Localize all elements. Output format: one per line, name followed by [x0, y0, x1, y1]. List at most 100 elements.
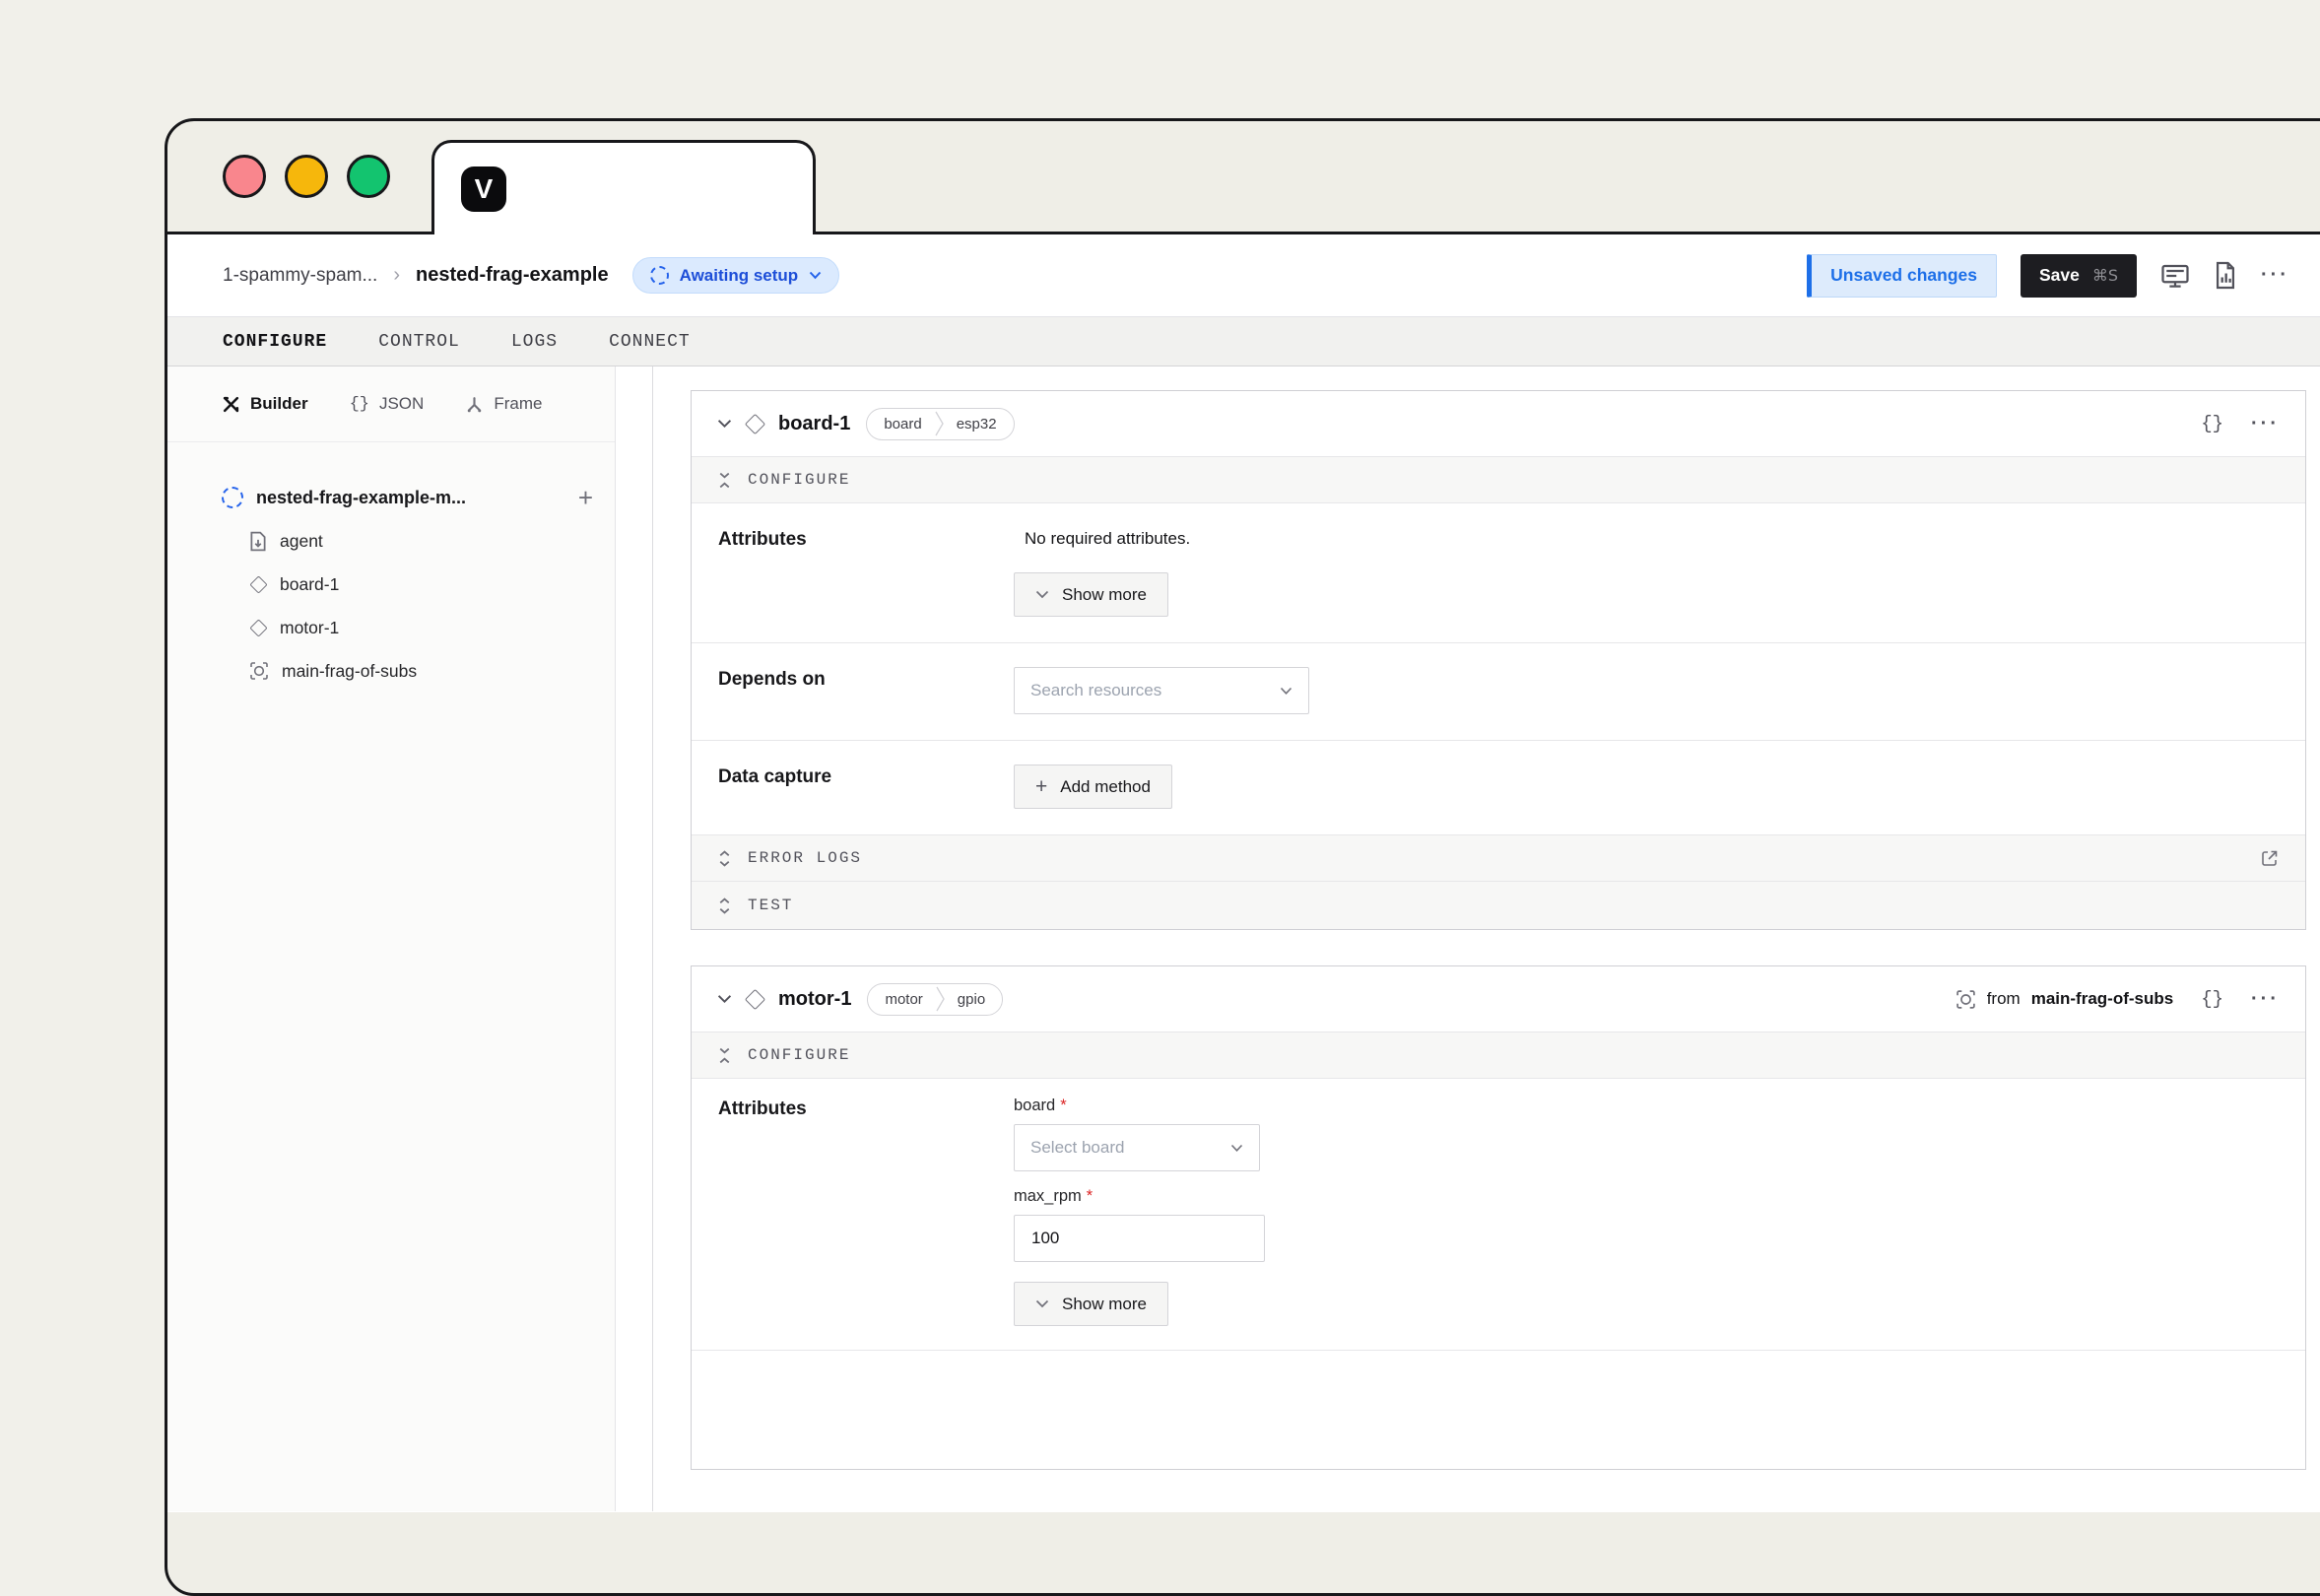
depends-on-select[interactable]: Search resources — [1014, 667, 1309, 714]
unfold-section-icon — [718, 850, 731, 867]
show-more-label: Show more — [1062, 1295, 1147, 1314]
mode-frame[interactable]: Frame — [465, 394, 542, 414]
mode-builder-label: Builder — [250, 394, 308, 414]
tab-logs[interactable]: LOGS — [511, 332, 558, 352]
configure-page: Builder {} JSON Frame nested-frag-exampl… — [167, 366, 2320, 1511]
section-configure[interactable]: CONFIGURE — [692, 456, 2305, 503]
data-capture-label: Data capture — [718, 765, 1014, 809]
tree-item-label: main-frag-of-subs — [282, 661, 417, 682]
board-select[interactable]: Select board — [1014, 1124, 1260, 1171]
save-button[interactable]: Save ⌘S — [2021, 254, 2137, 298]
component-model: gpio — [958, 991, 985, 1008]
mode-json[interactable]: {} JSON — [350, 394, 425, 414]
section-test-label: TEST — [748, 897, 793, 914]
machine-page-icon[interactable] — [2160, 262, 2190, 290]
attributes-row: Attributes board* Select board m — [692, 1079, 2305, 1351]
fold-section-icon — [718, 1047, 731, 1064]
browser-window: V 1-spammy-spam... › nested-frag-example… — [165, 118, 2320, 1596]
add-method-button[interactable]: + Add method — [1014, 765, 1172, 809]
fragment-name: main-frag-of-subs — [2031, 989, 2174, 1009]
section-error-logs[interactable]: ERROR LOGS — [692, 834, 2305, 882]
component-diamond-icon — [745, 988, 765, 1009]
collapse-card-chevron-icon[interactable] — [717, 419, 732, 429]
component-canvas: board-1 board esp32 {} ··· CO — [653, 366, 2320, 1511]
builder-tools-icon — [222, 395, 240, 414]
field-name: board — [1014, 1097, 1055, 1114]
attributes-label: Attributes — [718, 527, 1014, 617]
show-more-button[interactable]: Show more — [1014, 572, 1168, 617]
component-diamond-icon — [745, 413, 765, 433]
section-test[interactable]: TEST — [692, 882, 2305, 929]
viam-logo-icon: V — [461, 166, 506, 212]
machine-header: 1-spammy-spam... › nested-frag-example A… — [167, 234, 2320, 317]
breadcrumb-machine-name: nested-frag-example — [416, 264, 609, 287]
tree-item-label: motor-1 — [280, 618, 339, 638]
tree-item-board-1[interactable]: board-1 — [222, 563, 593, 606]
json-braces-icon[interactable]: {} — [2201, 413, 2223, 434]
maximize-window-icon[interactable] — [347, 155, 390, 198]
pill-divider-icon — [936, 986, 945, 1012]
view-mode-toggles: Builder {} JSON Frame — [167, 366, 615, 442]
machine-status-badge[interactable]: Awaiting setup — [632, 257, 840, 294]
browser-titlebar: V — [167, 121, 2320, 232]
no-required-attributes-text: No required attributes. — [1025, 529, 1190, 549]
browser-tab[interactable]: V — [431, 140, 816, 234]
awaiting-setup-spinner-icon — [222, 487, 243, 508]
add-method-label: Add method — [1060, 777, 1151, 797]
plus-icon: + — [1035, 776, 1047, 797]
depends-on-row: Depends on Search resources — [692, 643, 2305, 741]
component-name: motor-1 — [778, 988, 851, 1011]
tree-item-machine-part[interactable]: nested-frag-example-m... + — [222, 476, 593, 519]
chevron-down-icon — [809, 271, 822, 280]
tab-control[interactable]: CONTROL — [378, 332, 460, 352]
tree-item-label: agent — [280, 531, 323, 552]
section-configure-label: CONFIGURE — [748, 471, 850, 489]
header-actions: Unsaved changes Save ⌘S ··· — [1807, 254, 2289, 298]
tab-configure[interactable]: CONFIGURE — [223, 332, 327, 352]
component-diamond-icon — [249, 619, 267, 636]
mode-json-label: JSON — [379, 394, 424, 414]
chevron-down-icon — [1280, 687, 1293, 696]
report-document-icon[interactable] — [2214, 261, 2237, 290]
card-overflow-menu-icon[interactable]: ··· — [2251, 413, 2280, 435]
attributes-row: Attributes No required attributes. Show … — [692, 503, 2305, 643]
builder-sidebar: Builder {} JSON Frame nested-frag-exampl… — [167, 366, 616, 1511]
fragment-icon — [1955, 989, 1976, 1010]
tree-item-agent[interactable]: agent — [222, 519, 593, 563]
card-header: motor-1 motor gpio from main-frag-of-sub… — [692, 966, 2305, 1031]
mode-builder[interactable]: Builder — [222, 394, 308, 414]
collapse-card-chevron-icon[interactable] — [717, 994, 732, 1004]
tab-connect[interactable]: CONNECT — [609, 332, 691, 352]
header-overflow-menu-icon[interactable]: ··· — [2261, 264, 2289, 287]
card-overflow-menu-icon[interactable]: ··· — [2251, 988, 2280, 1011]
pill-divider-icon — [935, 411, 944, 436]
section-configure[interactable]: CONFIGURE — [692, 1031, 2305, 1079]
unsaved-changes-badge: Unsaved changes — [1807, 254, 1997, 298]
section-configure-label: CONFIGURE — [748, 1046, 850, 1064]
awaiting-setup-spinner-icon — [650, 266, 669, 285]
attributes-label: Attributes — [718, 1097, 1014, 1326]
minimize-window-icon[interactable] — [285, 155, 328, 198]
fragment-icon — [249, 661, 269, 681]
component-type: motor — [885, 991, 922, 1008]
from-fragment-indicator: from main-frag-of-subs — [1955, 989, 2174, 1010]
close-window-icon[interactable] — [223, 155, 266, 198]
machine-nav-tabs: CONFIGURE CONTROL LOGS CONNECT — [167, 317, 2320, 366]
panel-divider[interactable] — [616, 366, 653, 1511]
tree-item-main-frag-of-subs[interactable]: main-frag-of-subs — [222, 649, 593, 693]
max-rpm-input[interactable] — [1014, 1215, 1265, 1262]
breadcrumb-separator-icon: › — [393, 264, 400, 287]
unfold-section-icon — [718, 898, 731, 914]
breadcrumb-project[interactable]: 1-spammy-spam... — [223, 265, 377, 287]
component-model: esp32 — [957, 416, 997, 432]
add-resource-button[interactable]: + — [578, 485, 593, 510]
tree-item-motor-1[interactable]: motor-1 — [222, 606, 593, 649]
open-external-icon[interactable] — [2261, 849, 2279, 867]
component-name: board-1 — [778, 413, 850, 435]
show-more-button[interactable]: Show more — [1014, 1282, 1168, 1326]
depends-on-label: Depends on — [718, 667, 1014, 714]
json-braces-icon[interactable]: {} — [2201, 988, 2223, 1010]
section-error-logs-label: ERROR LOGS — [748, 849, 862, 867]
machine-status-label: Awaiting setup — [680, 266, 799, 286]
from-prefix: from — [1987, 989, 2021, 1009]
